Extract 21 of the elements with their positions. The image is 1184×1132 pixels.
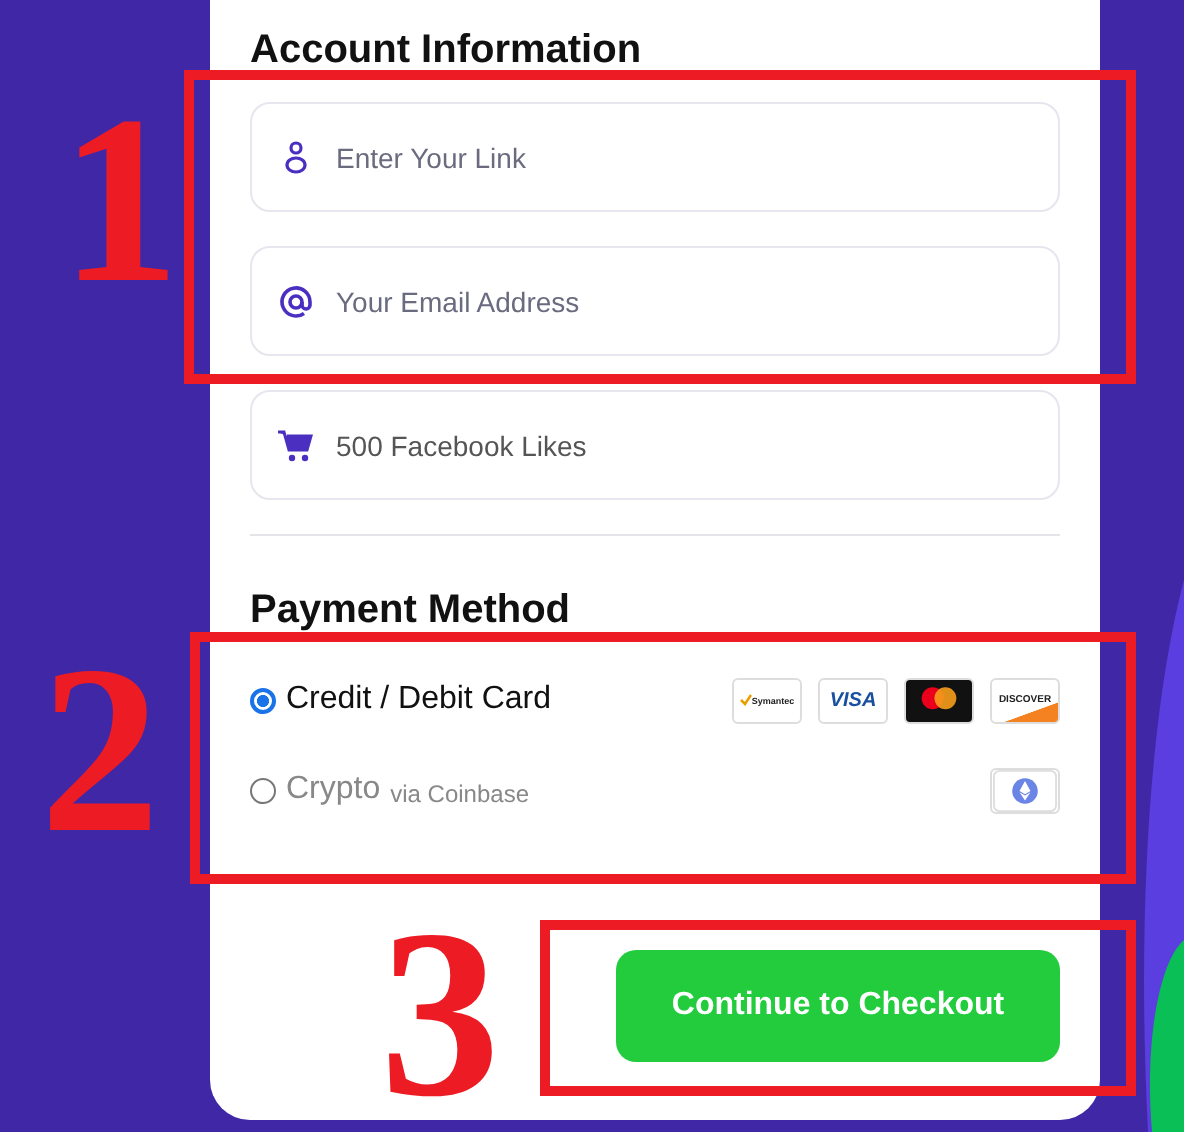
- payment-option-label: Crypto: [286, 772, 381, 808]
- text-input[interactable]: Enter Your Link: [336, 141, 1034, 173]
- payment-option-note: via Coinbase: [390, 779, 529, 807]
- input-field[interactable]: Enter Your Link: [250, 102, 1060, 212]
- annotation-number: 2: [40, 630, 160, 870]
- text-input[interactable]: Your Email Address: [336, 285, 1034, 317]
- checkout-button[interactable]: Continue to Checkout: [616, 950, 1060, 1062]
- at-sign-icon: [276, 281, 316, 321]
- shopping-cart-icon: [276, 425, 316, 465]
- annotation-number: 3: [380, 894, 500, 1132]
- annotation-number: 1: [60, 80, 180, 320]
- section-title: Account Information: [250, 26, 644, 76]
- radio-button[interactable]: [250, 777, 276, 803]
- card-logo-icon: [904, 677, 974, 723]
- payment-option-label: Credit / Debit Card: [286, 682, 551, 718]
- order-summary-text: 500 Facebook Likes: [336, 429, 587, 461]
- card-logo: VISA: [818, 677, 888, 723]
- input-field[interactable]: Your Email Address: [250, 246, 1060, 356]
- diamond-coin-icon: [990, 767, 1060, 813]
- section-title: Payment Method: [250, 586, 573, 636]
- radio-button[interactable]: [250, 687, 276, 713]
